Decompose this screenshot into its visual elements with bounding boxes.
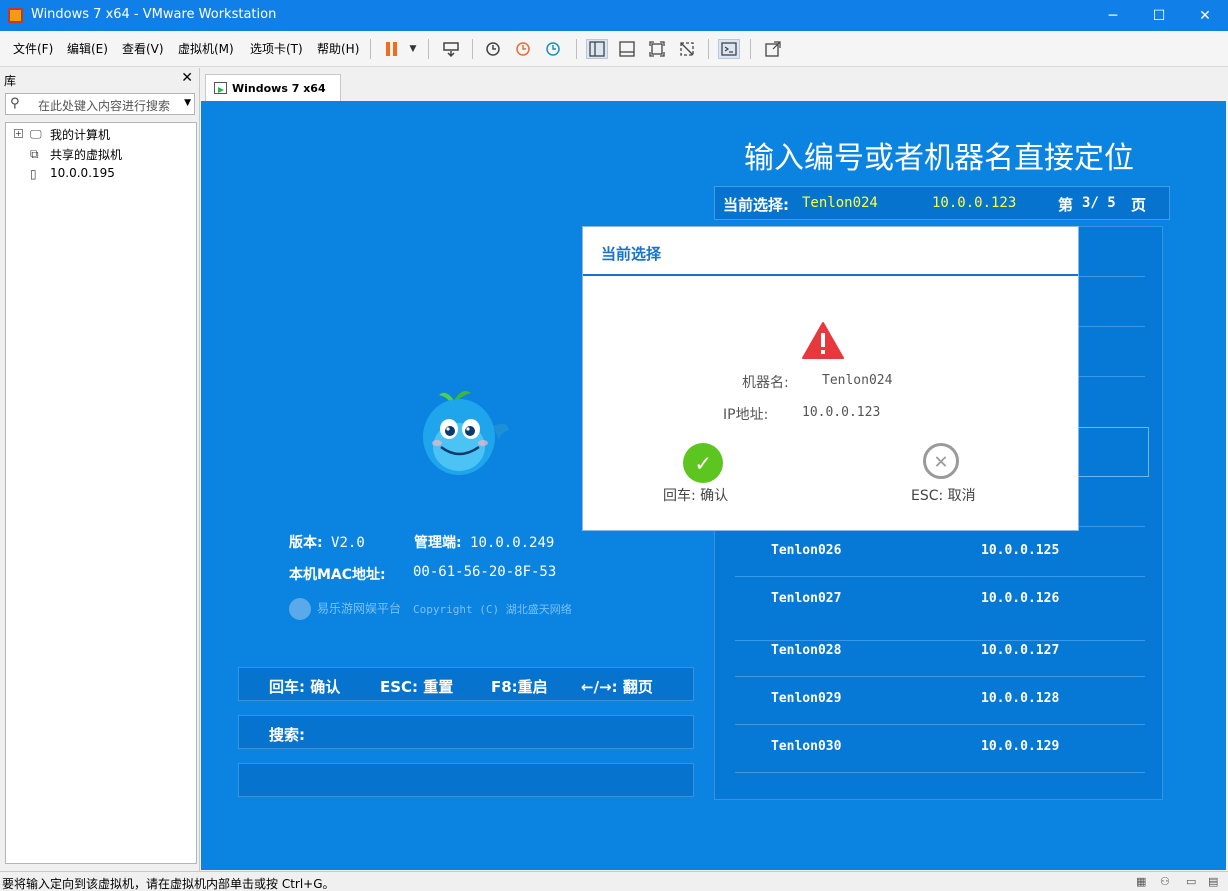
list-item[interactable]: Tenlon030 10.0.0.129 (735, 723, 1145, 773)
guest-screen[interactable]: 输入编号或者机器名直接定位 当前选择: Tenlon024 10.0.0.123… (201, 101, 1226, 870)
console-view-icon[interactable] (718, 39, 740, 59)
search-placeholder: 在此处键入内容进行搜索 (38, 99, 171, 113)
vmware-app-icon (8, 8, 23, 23)
menu-edit[interactable]: 编辑(E) (67, 40, 108, 57)
tab-windows-7-x64[interactable]: Windows 7 x64 (205, 74, 341, 101)
tree-item-server[interactable]: ▯ 10.0.0.195 (6, 165, 196, 183)
server-info: 管理端: 10.0.0.249 (414, 535, 555, 551)
current-selection-bar: 当前选择: Tenlon024 10.0.0.123 第 3/ 5 页 (714, 186, 1170, 220)
stretch-guest-icon[interactable] (762, 39, 784, 59)
page-indicator: 3/ 5 (1082, 195, 1116, 211)
status-bar: 要将输入定向到该虚拟机，请在虚拟机内部单击或按 Ctrl+G。 ▦ ⚇ ▭ ▤ (0, 871, 1228, 891)
mac-value: 00-61-56-20-8F-53 (413, 564, 557, 580)
guest-search-input[interactable]: 搜索: (238, 715, 694, 749)
list-item[interactable]: Tenlon029 10.0.0.128 (735, 675, 1145, 725)
guest-title: 输入编号或者机器名直接定位 (744, 141, 1134, 176)
unity-icon[interactable] (676, 39, 698, 59)
current-selection-dialog: 当前选择 机器名: Tenlon024 IP地址: 10.0.0.123 ✓ ✕… (582, 226, 1079, 531)
menu-view[interactable]: 查看(V) (122, 40, 164, 57)
cancel-label[interactable]: ESC: 取消 (911, 485, 976, 505)
whale-mascot-icon (423, 391, 509, 475)
usb-icon[interactable]: ⚇ (1160, 875, 1176, 889)
current-ip: 10.0.0.123 (932, 195, 1017, 211)
current-name: Tenlon024 (802, 195, 878, 211)
snapshot-icon[interactable] (482, 39, 504, 59)
thumbnail-bar-icon[interactable] (616, 39, 638, 59)
machine-name-value: Tenlon024 (822, 373, 893, 388)
revert-snapshot-icon[interactable] (512, 39, 534, 59)
version-info: 版本: V2.0 (289, 535, 365, 551)
send-ctrl-alt-del-icon[interactable] (440, 39, 462, 59)
ip-row: IP地址: (723, 407, 769, 423)
menu-toolbar: 文件(F) 编辑(E) 查看(V) 虚拟机(M) 选项卡(T) 帮助(H) ▼ (0, 31, 1228, 67)
brand-footer: 易乐游网娱平台 Copyright (C) 湖北盛天网络 (289, 598, 572, 620)
menu-tabs[interactable]: 选项卡(T) (250, 40, 303, 57)
message-icon[interactable]: ▤ (1208, 875, 1224, 889)
shared-vm-icon: ⧉ (30, 147, 39, 161)
library-close-icon[interactable]: ✕ (181, 70, 193, 86)
display-icon[interactable]: ▭ (1186, 875, 1202, 889)
warning-icon (802, 322, 844, 359)
library-header: 库 (4, 74, 17, 88)
status-text: 要将输入定向到该虚拟机，请在虚拟机内部单击或按 Ctrl+G。 (2, 877, 335, 891)
key-hints-bar: 回车: 确认 ESC: 重置 F8:重启 ←/→: 翻页 (238, 667, 694, 701)
minimize-button[interactable]: ─ (1090, 0, 1136, 31)
library-search-input[interactable]: ⚲ 在此处键入内容进行搜索 ▼ (5, 93, 195, 115)
full-screen-icon[interactable] (646, 39, 668, 59)
server-icon: ▯ (30, 167, 37, 181)
network-icon[interactable]: ▦ (1136, 875, 1152, 889)
snapshot-manager-icon[interactable] (542, 39, 564, 59)
confirm-label[interactable]: 回车: 确认 (663, 485, 728, 505)
close-button[interactable]: ✕ (1182, 0, 1228, 31)
list-item[interactable]: Tenlon026 10.0.0.125 (735, 527, 1145, 577)
title-bar: Windows 7 x64 - VMware Workstation ─ ☐ ✕ (0, 0, 1228, 31)
menu-file[interactable]: 文件(F) (13, 40, 53, 57)
confirm-check-icon[interactable]: ✓ (683, 443, 723, 483)
list-item[interactable]: Tenlon028 10.0.0.127 (735, 627, 1145, 677)
ip-value: 10.0.0.123 (802, 405, 881, 420)
chevron-down-icon[interactable]: ▼ (184, 98, 191, 108)
dialog-title: 当前选择 (601, 245, 662, 263)
mac-info: 本机MAC地址: (289, 567, 386, 583)
show-library-icon[interactable] (586, 39, 608, 59)
guest-status-bar (238, 763, 694, 797)
machine-name-row: 机器名: (742, 375, 789, 391)
running-vm-icon (214, 82, 227, 94)
tree-item-shared-vms[interactable]: ⧉ 共享的虚拟机 (6, 145, 196, 163)
tree-item-my-computer[interactable]: + 🖵 我的计算机 (6, 125, 196, 143)
library-tree: + 🖵 我的计算机 ⧉ 共享的虚拟机 ▯ 10.0.0.195 (5, 122, 197, 864)
window-title: Windows 7 x64 - VMware Workstation (31, 7, 277, 22)
pause-icon[interactable] (381, 39, 403, 59)
power-dropdown-icon[interactable]: ▼ (402, 39, 424, 59)
brand-logo-icon (289, 598, 311, 620)
maximize-button[interactable]: ☐ (1136, 0, 1182, 31)
search-icon: ⚲ (10, 96, 20, 111)
computer-icon: 🖵 (30, 127, 42, 141)
cancel-x-icon[interactable]: ✕ (923, 443, 959, 479)
menu-vm[interactable]: 虚拟机(M) (178, 40, 234, 57)
expand-icon[interactable]: + (14, 129, 23, 138)
menu-help[interactable]: 帮助(H) (317, 40, 359, 57)
library-panel: 库 ✕ ⚲ 在此处键入内容进行搜索 ▼ + 🖵 我的计算机 ⧉ 共享的虚拟机 ▯… (0, 68, 200, 871)
